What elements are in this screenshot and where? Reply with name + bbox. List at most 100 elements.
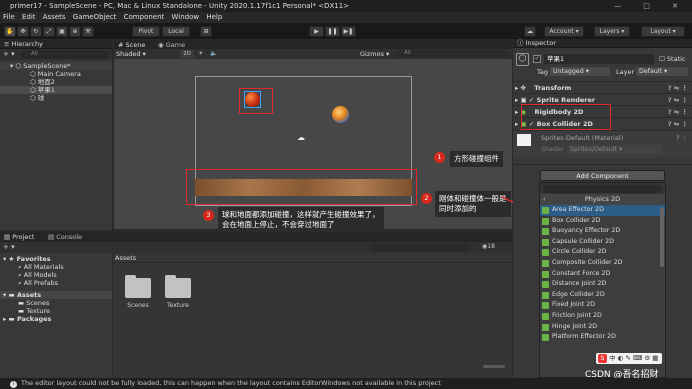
material-options-icon[interactable]: ? ⋮: [676, 134, 688, 142]
scene-light-icon[interactable]: ☀: [198, 50, 203, 57]
shading-dropdown[interactable]: Shaded ▾: [116, 50, 146, 58]
rotate-tool-icon[interactable]: ↻: [30, 26, 42, 37]
menu-help[interactable]: Help: [206, 13, 222, 21]
project-search-input[interactable]: [370, 244, 470, 252]
menu-assets[interactable]: Assets: [43, 13, 66, 21]
account-dropdown[interactable]: Account ▾: [544, 26, 584, 37]
ime-toolbar[interactable]: S 中 ◐ ✎ ⌨ ⚙ ▦: [596, 353, 662, 364]
hierarchy-item[interactable]: ⬡ Main Camera: [0, 70, 112, 78]
physics-component-icon: [542, 259, 549, 267]
icon-size-slider[interactable]: [483, 365, 505, 368]
folder-texture[interactable]: Texture: [163, 275, 193, 309]
component-list-item[interactable]: Box Collider 2D: [540, 216, 665, 227]
component-list-scrollbar[interactable]: [660, 207, 664, 267]
hierarchy-add-button[interactable]: + ▾: [3, 50, 15, 58]
asset-folder-item[interactable]: ▬ Texture: [0, 307, 112, 315]
highlight-apple: [239, 88, 273, 114]
transform-tool-icon[interactable]: ⊕: [69, 26, 81, 37]
menu-edit[interactable]: Edit: [22, 13, 36, 21]
material-preview-icon: [517, 134, 531, 146]
rect-tool-icon[interactable]: ▣: [56, 26, 68, 37]
pivot-button[interactable]: Pivot: [132, 26, 160, 37]
play-button[interactable]: ▶: [309, 26, 324, 37]
local-button[interactable]: Local: [162, 26, 190, 37]
assets-node[interactable]: ▾ ▬ Assets: [0, 291, 112, 299]
object-name-field[interactable]: 苹果1: [544, 54, 654, 64]
window-controls[interactable]: — □ ✕: [614, 0, 688, 12]
menu-window[interactable]: Window: [172, 13, 200, 21]
hierarchy-scene-item[interactable]: ▾ ⬡ SampleScene*: [0, 62, 112, 70]
menu-file[interactable]: File: [3, 13, 15, 21]
project-toolbar: + ▾ ◉18: [0, 242, 512, 253]
favorite-item[interactable]: ⌕ All Materials: [0, 263, 112, 271]
layout-dropdown[interactable]: Layout ▾: [641, 26, 685, 37]
tab-scene[interactable]: # Scene: [118, 41, 145, 49]
info-icon: i: [10, 381, 17, 388]
hierarchy-item-selected[interactable]: ⬡ 苹果1: [0, 86, 112, 94]
physics-component-icon: [542, 302, 549, 310]
hand-tool-icon[interactable]: ✋: [4, 26, 16, 37]
ball-sprite[interactable]: [332, 106, 349, 123]
collab-icon[interactable]: ☁: [524, 26, 536, 37]
tab-console[interactable]: ▤ Console: [48, 233, 82, 241]
component-list-item[interactable]: Capsule Collider 2D: [540, 237, 665, 248]
gizmos-dropdown[interactable]: Gizmos ▾: [360, 50, 389, 58]
hidden-packages-icon[interactable]: ◉18: [482, 243, 495, 250]
component-transform[interactable]: ▸ ✥ Transform? ⇋ ⋮: [513, 81, 692, 93]
step-button[interactable]: ▶❚: [341, 26, 356, 37]
static-checkbox[interactable]: ☐ Static: [659, 55, 686, 63]
scale-tool-icon[interactable]: ⤢: [43, 26, 55, 37]
active-checkbox[interactable]: ✓: [533, 55, 541, 63]
material-section: Sprites-Default (Material) Shader Sprite…: [513, 130, 692, 158]
folder-scenes[interactable]: Scenes: [123, 275, 153, 309]
tab-project[interactable]: ▤ Project: [4, 233, 34, 241]
shader-dropdown[interactable]: Sprites/Default ▾: [567, 145, 663, 154]
menu-component[interactable]: Component: [124, 13, 165, 21]
component-list-item[interactable]: Area Effector 2D: [540, 205, 665, 216]
project-breadcrumb: Assets: [113, 253, 512, 263]
favorite-item[interactable]: ⌕ All Prefabs: [0, 279, 112, 287]
scene-tabs: # Scene ◉ Game: [114, 40, 512, 49]
component-search-input[interactable]: [543, 185, 661, 193]
component-list-item[interactable]: Edge Collider 2D: [540, 290, 665, 301]
component-list-item[interactable]: Friction Joint 2D: [540, 311, 665, 322]
title-bar: primer17 - SampleScene - PC, Mac & Linux…: [0, 0, 692, 12]
component-list-item[interactable]: Hinge Joint 2D: [540, 322, 665, 333]
hierarchy-tab[interactable]: ≡ Hierarchy: [0, 40, 112, 49]
asset-folder-item[interactable]: ▬ Scenes: [0, 299, 112, 307]
inspector-tab[interactable]: ⓘ Inspector: [513, 39, 692, 48]
scene-audio-icon[interactable]: 🔈: [210, 50, 217, 57]
project-add-button[interactable]: + ▾: [3, 243, 15, 251]
move-tool-icon[interactable]: ✥: [17, 26, 29, 37]
component-list-item[interactable]: Constant Force 2D: [540, 269, 665, 280]
hierarchy-item[interactable]: ⬡ 球: [0, 94, 112, 102]
hierarchy-search-input[interactable]: All: [22, 51, 108, 58]
physics-component-icon: [542, 228, 549, 236]
custom-tool-icon[interactable]: ⚒: [82, 26, 94, 37]
grid-snap-icon[interactable]: ⊞: [200, 26, 212, 37]
favorite-item[interactable]: ⌕ All Models: [0, 271, 112, 279]
status-bar: i The editor layout could not be fully lo…: [0, 378, 692, 389]
component-list-item[interactable]: Composite Collider 2D: [540, 258, 665, 269]
tab-game[interactable]: ◉ Game: [158, 41, 185, 49]
mode-2d-button[interactable]: 2D: [180, 50, 194, 58]
component-list-item[interactable]: Distance Joint 2D: [540, 279, 665, 290]
pause-button[interactable]: ❚❚: [325, 26, 340, 37]
menu-gameobject[interactable]: GameObject: [73, 13, 117, 21]
physics-component-icon: [542, 312, 549, 320]
packages-node[interactable]: ▸ ▬ Packages: [0, 315, 112, 323]
component-list-item[interactable]: Platform Effector 2D: [540, 332, 665, 343]
layer-dropdown[interactable]: Default ▾: [636, 67, 688, 76]
add-component-button[interactable]: Add Component: [540, 170, 665, 181]
component-list-item[interactable]: Circle Collider 2D: [540, 247, 665, 258]
highlight-components: [521, 104, 611, 130]
favorites-node[interactable]: ▾ ★ Favorites: [0, 255, 112, 263]
layers-dropdown[interactable]: Layers ▾: [594, 26, 630, 37]
category-header[interactable]: ‹ Physics 2D: [540, 194, 665, 205]
hierarchy-item[interactable]: ⬡ 地面2: [0, 78, 112, 86]
divider: [513, 164, 692, 165]
tag-dropdown[interactable]: Untagged ▾: [550, 67, 610, 76]
scene-search-input[interactable]: All: [396, 50, 508, 58]
component-list-item[interactable]: Buoyancy Effector 2D: [540, 226, 665, 237]
component-list-item[interactable]: Fixed Joint 2D: [540, 300, 665, 311]
